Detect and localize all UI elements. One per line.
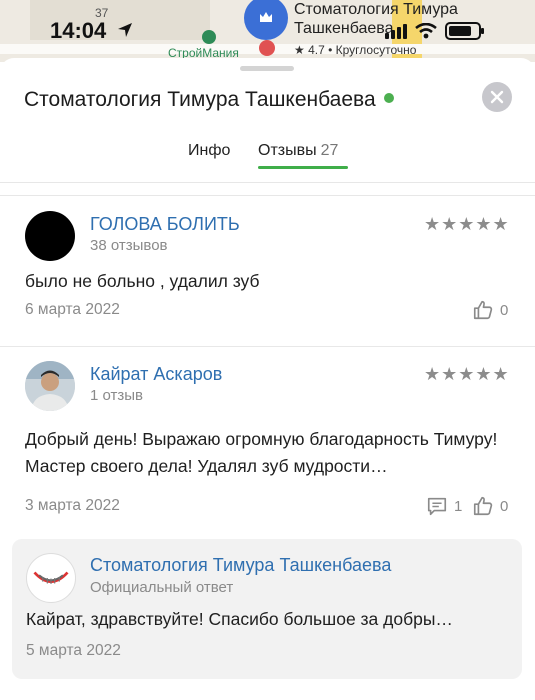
status-icons [385, 22, 484, 40]
battery-icon [445, 22, 484, 40]
wifi-icon [415, 23, 437, 39]
avatar[interactable] [25, 361, 75, 411]
close-button[interactable] [482, 82, 512, 112]
review-rating-stars: ★★★★★ [424, 364, 510, 384]
place-title: Стоматология Тимура Ташкенбаева [24, 88, 394, 112]
active-tab-indicator [258, 166, 348, 169]
official-reply[interactable]: Стоматология Тимура Ташкенбаева Официаль… [12, 539, 522, 679]
hardware-store-icon[interactable] [202, 30, 216, 44]
tab-reviews[interactable]: Отзывы 27 [258, 142, 338, 160]
pharmacy-icon[interactable] [259, 40, 275, 56]
sheet-grabber[interactable] [240, 66, 294, 71]
like-button[interactable]: 0 [472, 495, 508, 517]
thumbs-up-icon [473, 300, 493, 320]
review-rating-stars: ★★★★★ [424, 214, 510, 234]
review-text: было не больно , удалил зуб [25, 271, 260, 291]
selected-place-pin-icon[interactable] [244, 0, 288, 40]
like-count: 0 [500, 497, 509, 515]
review-date: 6 марта 2022 [25, 301, 120, 318]
tab-reviews-count: 27 [320, 142, 339, 159]
reply-author[interactable]: Стоматология Тимура Ташкенбаева [90, 555, 391, 576]
status-time: 14:04 [50, 18, 107, 43]
comment-count: 1 [454, 497, 463, 515]
review-text[interactable]: Добрый день! Выражаю огромную благодарно… [25, 426, 515, 480]
comment-icon [427, 497, 447, 516]
tab-reviews-label: Отзывы [258, 142, 317, 159]
review-author[interactable]: Кайрат Аскаров [90, 364, 222, 385]
reply-text[interactable]: Кайрат, здравствуйте! Спасибо большое за… [26, 609, 506, 630]
map-poi-meta: ★ 4.7 • Круглосуточно [294, 43, 417, 57]
location-arrow-icon [118, 23, 132, 37]
smile-teeth-logo [33, 571, 69, 584]
tab-info[interactable]: Инфо [188, 142, 230, 160]
like-count: 0 [500, 301, 509, 319]
thumbs-up-icon [473, 496, 493, 516]
cellular-signal-icon [385, 23, 407, 39]
place-title-text: Стоматология Тимура Ташкенбаева [24, 88, 376, 111]
like-button[interactable]: 0 [472, 299, 508, 321]
comments-button[interactable]: 1 [426, 495, 462, 517]
section-divider [0, 195, 535, 196]
user-photo [25, 361, 75, 411]
reply-date: 5 марта 2022 [26, 642, 121, 659]
review-date: 3 марта 2022 [25, 497, 120, 514]
avatar[interactable] [25, 211, 75, 261]
review-author-count: 38 отзывов [90, 237, 168, 254]
review-author-count: 1 отзыв [90, 387, 144, 404]
reply-label: Официальный ответ [90, 579, 234, 596]
clinic-logo [26, 553, 76, 603]
place-card-sheet: Стоматология Тимура Ташкенбаева Инфо Отз… [0, 58, 535, 700]
review-divider [0, 346, 535, 347]
open-status-dot [383, 93, 394, 104]
review-author[interactable]: ГОЛОВА БОЛИТЬ [90, 214, 240, 235]
tabs-divider [0, 182, 535, 183]
close-icon [490, 90, 504, 104]
